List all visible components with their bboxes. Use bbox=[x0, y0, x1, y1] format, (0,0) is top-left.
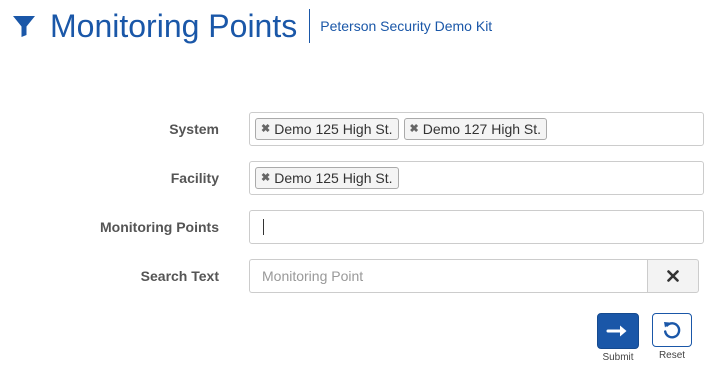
submit-button[interactable] bbox=[597, 313, 639, 349]
monitoring-points-select[interactable] bbox=[249, 210, 704, 244]
times-icon[interactable]: ✖ bbox=[261, 172, 270, 184]
search-text-row: Search Text bbox=[0, 259, 720, 293]
system-tag: ✖ Demo 127 High St. bbox=[403, 118, 548, 140]
system-tag: ✖ Demo 125 High St. bbox=[255, 118, 399, 140]
system-tag-label: Demo 125 High St. bbox=[274, 121, 393, 137]
facility-tag: ✖ Demo 125 High St. bbox=[255, 167, 399, 189]
times-icon bbox=[667, 270, 679, 282]
times-icon[interactable]: ✖ bbox=[261, 123, 270, 135]
page-title: Monitoring Points bbox=[50, 8, 298, 44]
reset-label: Reset bbox=[658, 350, 686, 361]
page: Monitoring Points Peterson Security Demo… bbox=[0, 0, 720, 372]
times-icon[interactable]: ✖ bbox=[410, 123, 419, 135]
system-row: System ✖ Demo 125 High St. ✖ Demo 127 Hi… bbox=[0, 112, 720, 146]
system-label: System bbox=[169, 121, 219, 137]
clear-search-button[interactable] bbox=[647, 259, 699, 293]
submit-label: Submit bbox=[602, 352, 634, 363]
reset-action: Reset bbox=[650, 313, 694, 361]
rotate-left-icon bbox=[664, 322, 681, 339]
submit-action: Submit bbox=[596, 313, 640, 363]
facility-select[interactable]: ✖ Demo 125 High St. bbox=[249, 161, 704, 195]
page-header: Monitoring Points Peterson Security Demo… bbox=[10, 4, 492, 48]
monitoring-points-row: Monitoring Points bbox=[0, 210, 720, 244]
page-subtitle: Peterson Security Demo Kit bbox=[320, 18, 493, 34]
search-text-label: Search Text bbox=[140, 268, 219, 284]
system-tag-label: Demo 127 High St. bbox=[422, 121, 542, 137]
text-caret bbox=[263, 219, 264, 235]
filter-icon bbox=[10, 12, 38, 40]
search-text-input[interactable] bbox=[249, 259, 647, 293]
system-select[interactable]: ✖ Demo 125 High St. ✖ Demo 127 High St. bbox=[249, 112, 704, 146]
facility-row: Facility ✖ Demo 125 High St. bbox=[0, 161, 720, 195]
facility-label: Facility bbox=[170, 170, 219, 186]
monitoring-points-label: Monitoring Points bbox=[100, 219, 219, 235]
search-input-group bbox=[249, 259, 699, 293]
facility-tag-label: Demo 125 High St. bbox=[274, 170, 393, 186]
reset-button[interactable] bbox=[652, 313, 692, 347]
title-divider bbox=[309, 9, 311, 43]
arrow-right-icon bbox=[606, 325, 627, 337]
